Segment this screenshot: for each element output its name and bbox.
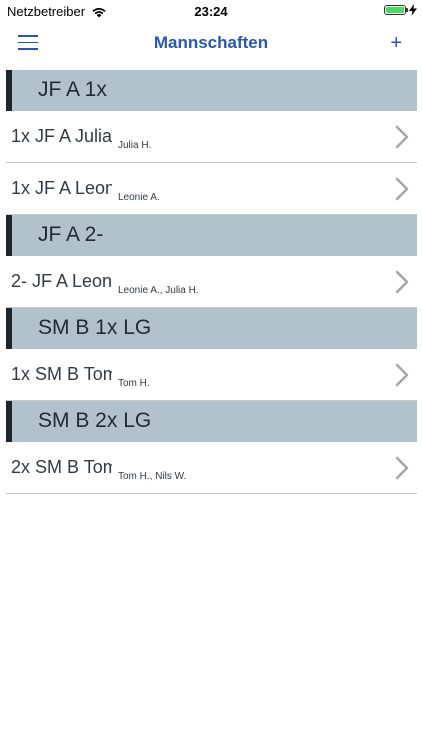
section-header: JF A 1x bbox=[6, 70, 417, 111]
navigation-bar: Mannschaften + bbox=[0, 22, 422, 66]
team-members: Leonie A., Julia H. bbox=[118, 285, 199, 296]
list-item[interactable]: 1x SM B Tom Tom H. bbox=[6, 349, 417, 401]
team-members: Tom H., Nils W. bbox=[118, 471, 187, 482]
chevron-right-icon bbox=[395, 270, 409, 294]
chevron-right-icon bbox=[395, 125, 409, 149]
clock: 23:24 bbox=[194, 4, 228, 19]
battery-level bbox=[386, 7, 404, 13]
battery-icon bbox=[384, 5, 408, 15]
team-list: JF A 1x 1x JF A Julia Julia H. 1x JF A L… bbox=[6, 70, 417, 494]
section-title: JF A 1x bbox=[38, 78, 107, 101]
team-members: Tom H. bbox=[118, 378, 150, 389]
chevron-right-icon bbox=[395, 177, 409, 201]
list-item[interactable]: 2- JF A Leonie Leonie A., Julia H. bbox=[6, 256, 417, 308]
section-header: SM B 1x LG bbox=[6, 308, 417, 349]
team-members: Julia H. bbox=[118, 140, 152, 151]
chevron-right-icon bbox=[395, 456, 409, 480]
team-name: 1x JF A Leonie bbox=[11, 178, 112, 198]
team-name: 1x JF A Julia bbox=[11, 126, 112, 146]
section-title: SM B 1x LG bbox=[38, 316, 152, 339]
section-header: SM B 2x LG bbox=[6, 401, 417, 442]
team-members: Leonie A. bbox=[118, 192, 160, 203]
page-title: Mannschaften bbox=[153, 33, 269, 52]
list-item[interactable]: 1x JF A Julia Julia H. bbox=[6, 111, 417, 163]
list-item[interactable]: 1x JF A Leonie Leonie A. bbox=[6, 163, 417, 215]
section-title: SM B 2x LG bbox=[38, 409, 152, 432]
chevron-right-icon bbox=[395, 363, 409, 387]
section-title: JF A 2- bbox=[38, 223, 104, 246]
charging-bolt-icon bbox=[409, 4, 417, 16]
team-name: 2x SM B Tom bbox=[11, 457, 112, 477]
status-bar: Netzbetreiber 23:24 bbox=[0, 0, 422, 22]
list-item[interactable]: 2x SM B Tom Tom H., Nils W. bbox=[6, 442, 417, 494]
add-team-button[interactable]: + bbox=[390, 33, 402, 53]
team-name: 1x SM B Tom bbox=[11, 364, 112, 384]
section-header: JF A 2- bbox=[6, 215, 417, 256]
team-name: 2- JF A Leonie bbox=[11, 271, 112, 291]
